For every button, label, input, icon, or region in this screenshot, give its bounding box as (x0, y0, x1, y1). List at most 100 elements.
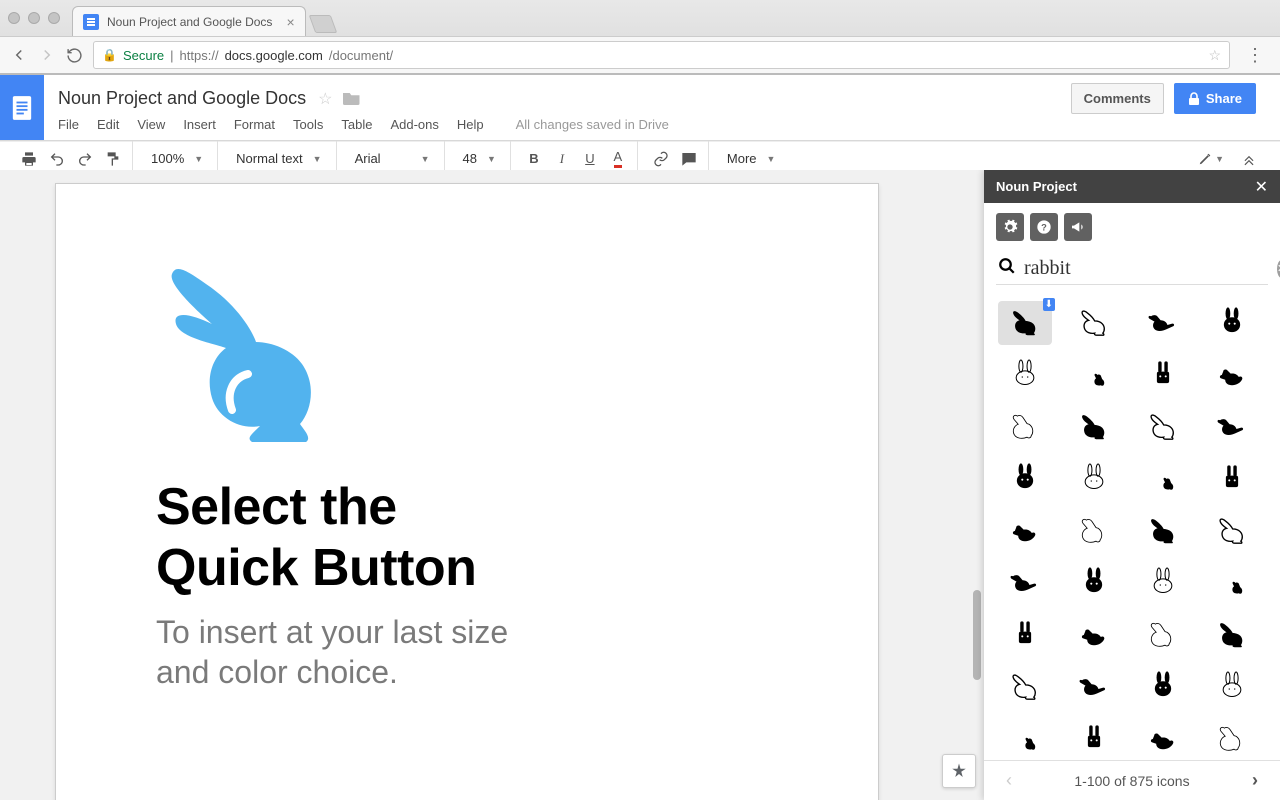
editing-mode-button[interactable]: ▼ (1198, 146, 1224, 172)
italic-button[interactable]: I (549, 146, 575, 172)
icon-result[interactable] (1205, 301, 1259, 345)
icon-result[interactable] (998, 717, 1052, 760)
zoom-selector[interactable]: 100%▼ (143, 146, 211, 172)
menu-insert[interactable]: Insert (183, 117, 216, 132)
forward-button[interactable] (38, 46, 56, 64)
icon-result[interactable] (1136, 561, 1190, 605)
address-bar[interactable]: 🔒 Secure | https://docs.google.com/docum… (93, 41, 1230, 69)
icon-result[interactable] (998, 457, 1052, 501)
minimize-window-button[interactable] (28, 12, 40, 24)
icon-result[interactable] (1067, 561, 1121, 605)
address-row: 🔒 Secure | https://docs.google.com/docum… (0, 36, 1280, 74)
icon-result[interactable] (1067, 717, 1121, 760)
bold-button[interactable]: B (521, 146, 547, 172)
icon-result[interactable] (1067, 665, 1121, 709)
menu-file[interactable]: File (58, 117, 79, 132)
tab-close-icon[interactable]: × (286, 14, 294, 30)
menu-view[interactable]: View (137, 117, 165, 132)
menu-edit[interactable]: Edit (97, 117, 119, 132)
icon-result[interactable] (1136, 613, 1190, 657)
icon-result[interactable] (1205, 561, 1259, 605)
font-selector[interactable]: Arial▼ (347, 146, 438, 172)
close-window-button[interactable] (8, 12, 20, 24)
icon-result[interactable] (1067, 509, 1121, 553)
menu-addons[interactable]: Add-ons (390, 117, 438, 132)
icon-result[interactable] (998, 613, 1052, 657)
bookmark-star-icon[interactable]: ☆ (1208, 47, 1221, 64)
move-folder-icon[interactable] (343, 90, 361, 108)
text-color-button[interactable]: A (605, 146, 631, 172)
reload-button[interactable] (66, 47, 83, 64)
icon-result[interactable] (1067, 405, 1121, 449)
icon-result[interactable] (1067, 613, 1121, 657)
menu-help[interactable]: Help (457, 117, 484, 132)
icon-result[interactable] (1067, 301, 1121, 345)
style-selector[interactable]: Normal text▼ (228, 146, 329, 172)
icon-result[interactable] (1067, 457, 1121, 501)
menu-format[interactable]: Format (234, 117, 275, 132)
icon-result[interactable] (1136, 301, 1190, 345)
rabbit-image[interactable] (156, 254, 356, 454)
search-icon (998, 257, 1016, 280)
search-input[interactable] (1024, 257, 1269, 280)
maximize-window-button[interactable] (48, 12, 60, 24)
back-button[interactable] (10, 46, 28, 64)
icon-result[interactable] (1136, 665, 1190, 709)
document-title[interactable]: Noun Project and Google Docs (58, 88, 306, 109)
icon-result[interactable] (998, 561, 1052, 605)
icon-result[interactable] (1136, 457, 1190, 501)
underline-button[interactable]: U (577, 146, 603, 172)
icon-result[interactable] (1067, 353, 1121, 397)
share-button[interactable]: Share (1174, 83, 1256, 114)
icon-result[interactable] (998, 353, 1052, 397)
quick-insert-badge[interactable]: ⬇ (1043, 298, 1055, 311)
document-subtext[interactable]: To insert at your last size and color ch… (156, 612, 778, 692)
more-toolbar[interactable]: More▼ (719, 146, 784, 172)
sidebar-header: Noun Project ✕ (984, 170, 1280, 203)
browser-tab[interactable]: Noun Project and Google Docs × (72, 6, 306, 36)
icon-result[interactable] (1205, 457, 1259, 501)
comment-button[interactable] (676, 146, 702, 172)
menu-table[interactable]: Table (341, 117, 372, 132)
icon-result[interactable] (1205, 405, 1259, 449)
print-button[interactable] (16, 146, 42, 172)
icon-result[interactable] (1205, 717, 1259, 760)
icon-result[interactable] (1136, 717, 1190, 760)
undo-button[interactable] (44, 146, 70, 172)
browser-chrome: Noun Project and Google Docs × 🔒 Secure … (0, 0, 1280, 75)
browser-menu-button[interactable]: ⋮ (1240, 45, 1270, 66)
sidebar-close-button[interactable]: ✕ (1255, 177, 1268, 197)
settings-button[interactable] (996, 213, 1024, 241)
new-tab-button[interactable] (308, 15, 337, 33)
menu-tools[interactable]: Tools (293, 117, 323, 132)
icon-result[interactable] (1136, 353, 1190, 397)
icon-result[interactable] (1136, 405, 1190, 449)
announce-button[interactable] (1064, 213, 1092, 241)
secure-label: Secure (123, 48, 164, 63)
document-page[interactable]: Select the Quick Button To insert at you… (55, 183, 879, 800)
icon-result[interactable] (998, 509, 1052, 553)
prev-page-button[interactable]: ‹ (994, 766, 1024, 796)
url-scheme: https:// (180, 48, 219, 63)
icon-result[interactable] (998, 665, 1052, 709)
docs-logo[interactable] (0, 75, 44, 140)
document-heading[interactable]: Select the Quick Button (156, 477, 778, 600)
link-button[interactable] (648, 146, 674, 172)
icon-result[interactable] (1136, 509, 1190, 553)
scrollbar-thumb[interactable] (973, 590, 981, 680)
next-page-button[interactable]: › (1240, 766, 1270, 796)
paint-format-button[interactable] (100, 146, 126, 172)
icon-result[interactable] (1205, 509, 1259, 553)
comments-button[interactable]: Comments (1071, 83, 1164, 114)
collapse-toolbar-button[interactable] (1236, 146, 1262, 172)
help-button[interactable]: ? (1030, 213, 1058, 241)
icon-result[interactable] (998, 405, 1052, 449)
icon-result[interactable]: ⬇ (998, 301, 1052, 345)
star-document-icon[interactable]: ☆ (318, 89, 332, 109)
icon-result[interactable] (1205, 665, 1259, 709)
icon-result[interactable] (1205, 613, 1259, 657)
explore-button[interactable] (942, 754, 976, 788)
redo-button[interactable] (72, 146, 98, 172)
icon-result[interactable] (1205, 353, 1259, 397)
font-size-selector[interactable]: 48▼ (455, 146, 504, 172)
